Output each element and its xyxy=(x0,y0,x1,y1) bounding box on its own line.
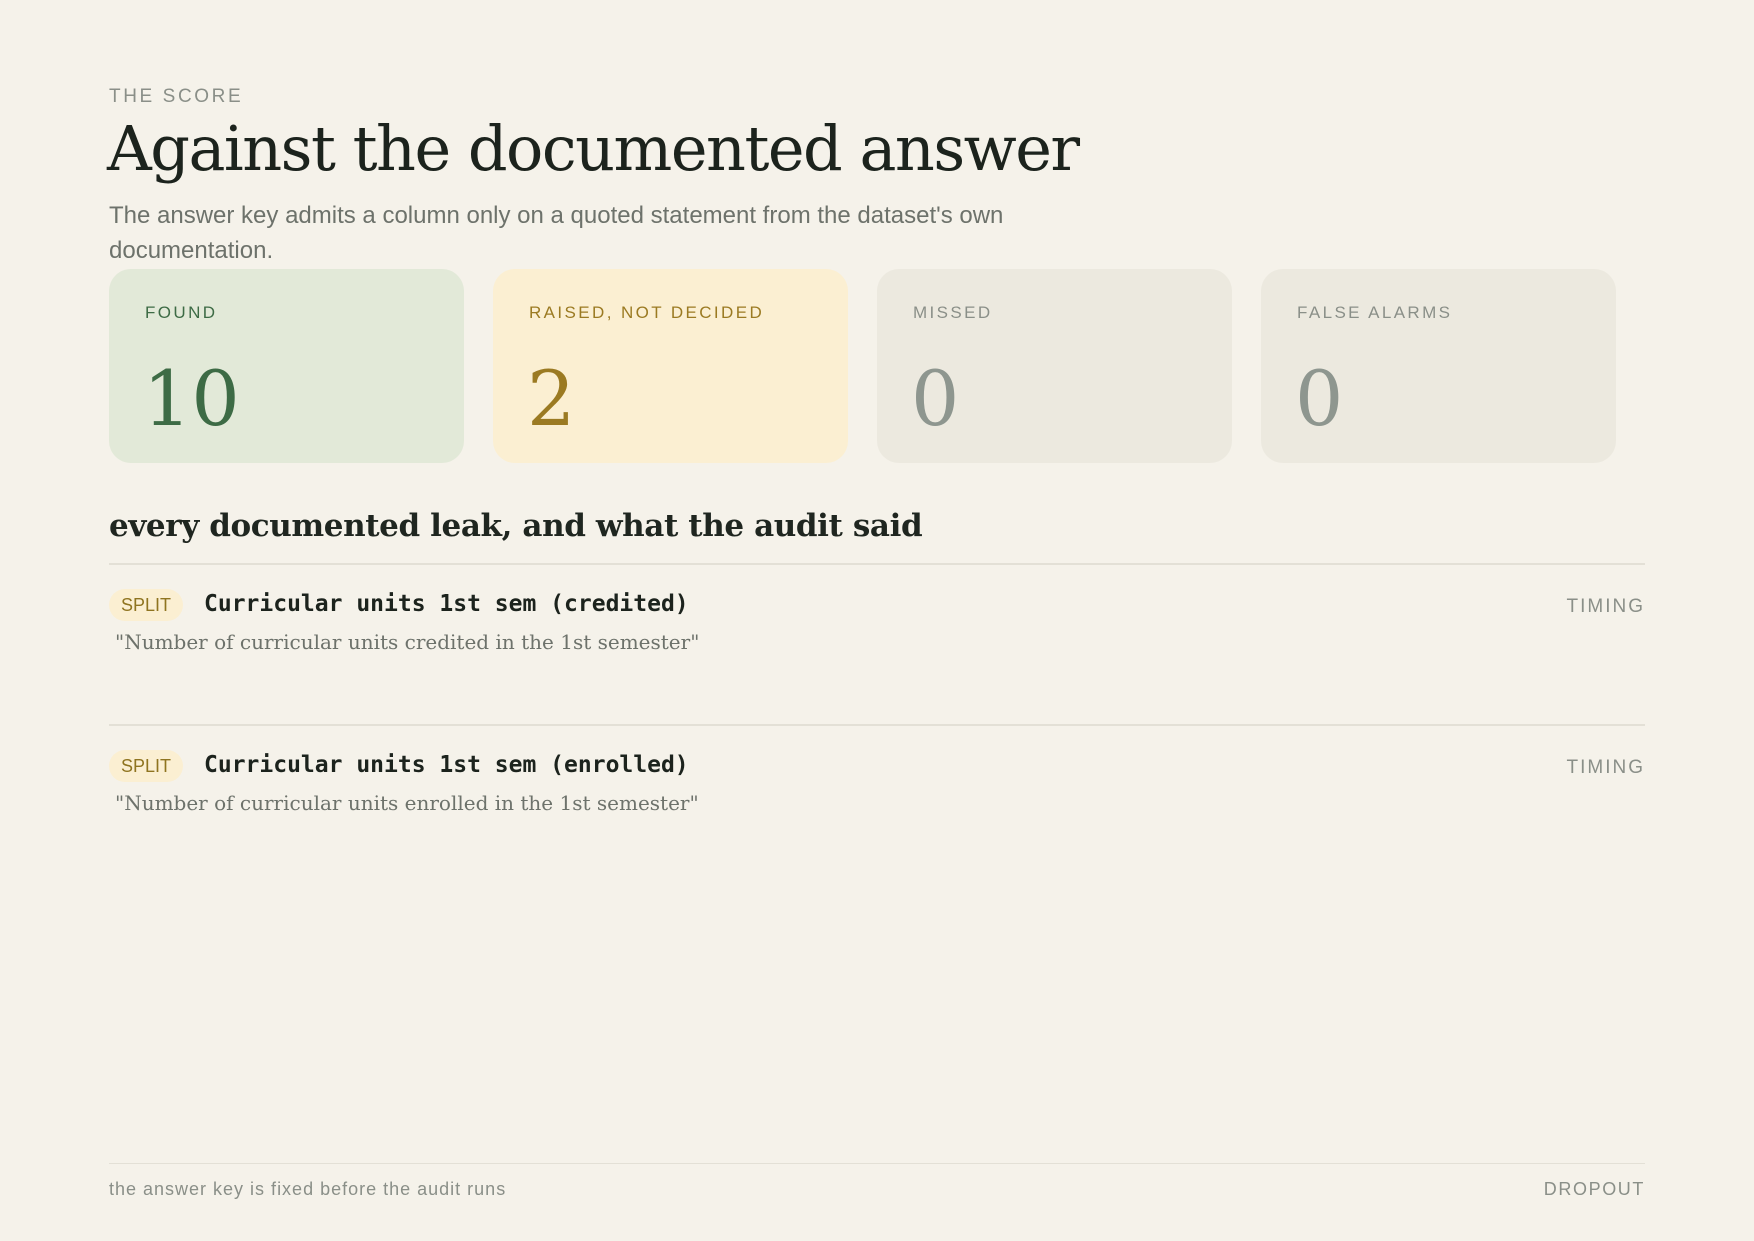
score-card-label: MISSED xyxy=(913,303,993,322)
footer-dataset-label: DROPOUT xyxy=(1543,1179,1645,1199)
score-page: THE SCORE Against the documented answer … xyxy=(107,0,1645,1241)
leak-type-label: TIMING xyxy=(1566,757,1645,778)
footer-divider xyxy=(109,1163,1645,1164)
score-card-found: FOUND 10 xyxy=(109,269,464,463)
section-title: every documented leak, and what the audi… xyxy=(109,508,923,544)
leak-row: SPLIT Curricular units 1st sem (credited… xyxy=(109,563,1645,724)
score-card-label: RAISED, NOT DECIDED xyxy=(529,303,765,322)
column-name: Curricular units 1st sem (credited) xyxy=(204,591,689,617)
score-card-value: 10 xyxy=(143,354,240,443)
leak-type-label: TIMING xyxy=(1566,596,1645,617)
eyebrow-label: THE SCORE xyxy=(109,86,244,107)
page-title: Against the documented answer xyxy=(107,112,1080,185)
documentation-quote: "Number of curricular units enrolled in … xyxy=(115,791,699,815)
footer-note: the answer key is fixed before the audit… xyxy=(109,1179,507,1199)
leak-row: SPLIT Curricular units 1st sem (enrolled… xyxy=(109,724,1645,885)
score-card-false-alarms: FALSE ALARMS 0 xyxy=(1261,269,1616,463)
verdict-badge: SPLIT xyxy=(109,750,184,782)
score-card-value: 2 xyxy=(527,354,576,443)
score-card-missed: MISSED 0 xyxy=(877,269,1232,463)
documentation-quote: "Number of curricular units credited in … xyxy=(115,630,700,654)
score-card-label: FALSE ALARMS xyxy=(1297,303,1453,322)
score-cards: FOUND 10 RAISED, NOT DECIDED 2 MISSED 0 … xyxy=(109,269,1616,463)
page-subtitle: The answer key admits a column only on a… xyxy=(109,202,1004,264)
score-card-value: 0 xyxy=(911,354,960,443)
score-card-raised: RAISED, NOT DECIDED 2 xyxy=(493,269,848,463)
column-name: Curricular units 1st sem (enrolled) xyxy=(204,752,689,778)
verdict-badge: SPLIT xyxy=(109,589,184,621)
leak-list: SPLIT Curricular units 1st sem (credited… xyxy=(109,563,1645,885)
score-card-label: FOUND xyxy=(145,303,218,322)
score-card-value: 0 xyxy=(1295,354,1344,443)
